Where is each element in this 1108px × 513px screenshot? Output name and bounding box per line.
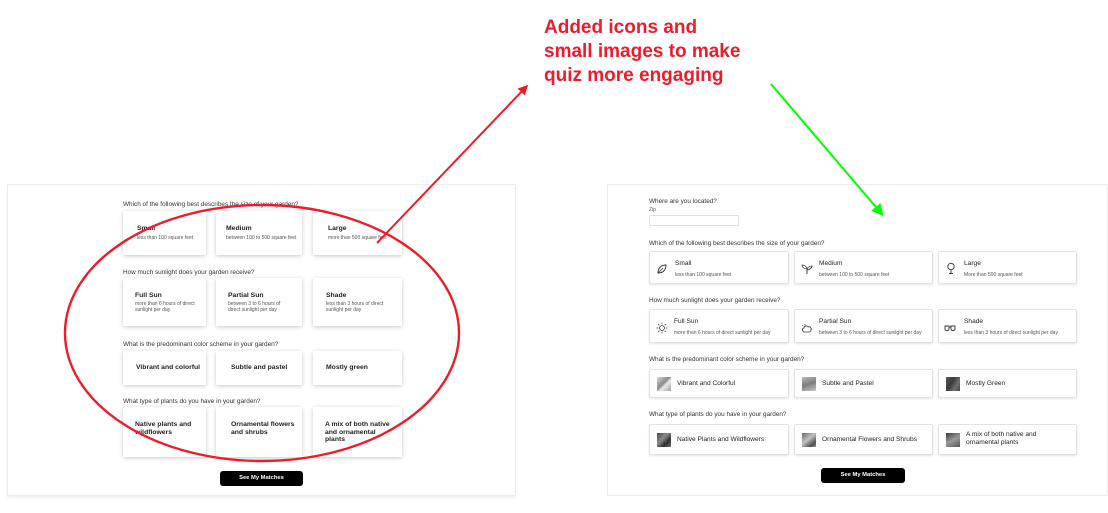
- see-my-matches-button[interactable]: See My Matches: [220, 471, 303, 486]
- option-title: Ornamental flowers and shrubs: [231, 421, 295, 436]
- vibrant-garden-thumbnail: [657, 377, 671, 391]
- option-title: Ornamental Flowers and Shrubs: [822, 436, 917, 443]
- option-mostly-green[interactable]: Mostly Green: [938, 369, 1077, 398]
- question-sunlight: How much sunlight does your garden recei…: [123, 269, 255, 276]
- option-mostly-green[interactable]: Mostly green: [313, 351, 402, 385]
- option-title: Native plants and wildflowers: [135, 421, 192, 436]
- annotation-line: Added icons and: [544, 17, 698, 38]
- question-garden-size: Which of the following best describes th…: [123, 201, 299, 208]
- annotation-line: quiz more engaging: [544, 65, 724, 86]
- option-subtitle: between 3 to 6 hours of direct sunlight …: [819, 330, 922, 336]
- option-title: Partial Sun: [819, 318, 852, 325]
- ornamental-shrubs-thumbnail: [802, 433, 816, 447]
- option-title: Native Plants and Wildflowers: [677, 436, 765, 443]
- option-title: Full Sun: [135, 292, 162, 299]
- option-subtle[interactable]: Subtle and Pastel: [794, 369, 933, 398]
- option-mix[interactable]: A mix of both native and ornamental plan…: [313, 407, 402, 457]
- option-subtitle: more than 500 square feet: [328, 235, 387, 241]
- sunglasses-icon: [944, 325, 956, 331]
- option-subtitle: between 3 to 6 hours of direct sunlight …: [228, 301, 281, 313]
- sprout-icon: [801, 264, 813, 274]
- option-ornamental[interactable]: Ornamental Flowers and Shrubs: [794, 424, 933, 455]
- option-full-sun[interactable]: Full Sun more than 6 hours of direct sun…: [649, 309, 789, 343]
- option-subtitle: less than 3 hours of direct sunlight per…: [964, 330, 1058, 336]
- question-location: Where are you located?: [649, 198, 717, 205]
- option-title: Small: [675, 260, 692, 267]
- option-title: A mix of both native and ornamental plan…: [966, 431, 1037, 446]
- option-title: Full Sun: [674, 318, 699, 325]
- question-color-scheme: What is the predominant color scheme in …: [649, 356, 805, 363]
- leaf-icon: [657, 264, 667, 274]
- question-plant-type: What type of plants do you have in your …: [123, 398, 261, 405]
- see-my-matches-button[interactable]: See My Matches: [821, 468, 905, 483]
- option-partial-sun[interactable]: Partial Sun between 3 to 6 hours of dire…: [216, 278, 302, 326]
- option-title: Large: [964, 260, 981, 267]
- annotation-note: Added icons and small images to make qui…: [544, 16, 804, 88]
- pastel-garden-thumbnail: [802, 377, 816, 391]
- question-color-scheme: What is the predominant color scheme in …: [123, 341, 279, 348]
- option-mix[interactable]: A mix of both native and ornamental plan…: [938, 424, 1077, 455]
- improved-quiz-screenshot: Where are you located? Zip Which of the …: [607, 184, 1108, 496]
- option-subtitle: less than 3 hours of direct sunlight per…: [326, 301, 384, 313]
- tree-icon: [947, 262, 955, 274]
- option-subtitle: more than 6 hours of direct sunlight per…: [135, 301, 195, 313]
- option-subtitle: between 100 to 500 square feet: [226, 235, 297, 241]
- option-title: Subtle and pastel: [231, 364, 288, 371]
- option-title: Mostly green: [326, 364, 368, 371]
- option-full-sun[interactable]: Full Sun more than 6 hours of direct sun…: [123, 278, 206, 326]
- zip-label: Zip: [649, 207, 656, 213]
- option-partial-sun[interactable]: Partial Sun between 3 to 6 hours of dire…: [794, 309, 933, 343]
- option-subtitle: More than 500 square feet: [964, 272, 1023, 278]
- sun-icon: [656, 322, 668, 334]
- option-subtitle: less than 100 square feet: [137, 235, 194, 241]
- mixed-plants-thumbnail: [946, 433, 960, 447]
- zip-input[interactable]: [649, 215, 739, 226]
- green-garden-thumbnail: [946, 377, 960, 391]
- option-subtitle: more than 6 hours of direct sunlight per…: [674, 330, 771, 336]
- option-native-plants[interactable]: Native plants and wildflowers: [123, 407, 206, 457]
- option-title: Large: [328, 225, 347, 232]
- wildflowers-thumbnail: [657, 433, 671, 447]
- original-quiz-screenshot: Which of the following best describes th…: [7, 184, 516, 496]
- option-native-plants[interactable]: Native Plants and Wildflowers: [649, 424, 789, 455]
- option-size-small[interactable]: Small less than 100 square feet: [649, 251, 789, 284]
- question-garden-size: Which of the following best describes th…: [649, 240, 825, 247]
- option-size-large[interactable]: Large more than 500 square feet: [313, 211, 402, 255]
- option-size-medium[interactable]: Medium between 100 to 500 square feet: [794, 251, 933, 284]
- option-title: Partial Sun: [228, 292, 264, 299]
- option-ornamental[interactable]: Ornamental flowers and shrubs: [216, 407, 302, 457]
- option-title: A mix of both native and ornamental plan…: [325, 421, 390, 444]
- option-shade[interactable]: Shade less than 3 hours of direct sunlig…: [313, 278, 402, 326]
- option-subtitle: less than 100 square feet: [675, 272, 732, 278]
- option-size-medium[interactable]: Medium between 100 to 500 square feet: [216, 211, 302, 255]
- option-subtle[interactable]: Subtle and pastel: [216, 351, 302, 385]
- question-sunlight: How much sunlight does your garden recei…: [649, 297, 781, 304]
- option-shade[interactable]: Shade less than 3 hours of direct sunlig…: [938, 309, 1077, 343]
- option-title: Mostly Green: [966, 380, 1006, 387]
- option-size-large[interactable]: Large More than 500 square feet: [938, 251, 1077, 284]
- option-title: Small: [137, 225, 156, 232]
- partial-sun-icon: [801, 324, 812, 333]
- option-title: Vibrant and Colorful: [677, 380, 736, 387]
- option-title: Vibrant and colorful: [136, 364, 201, 371]
- option-title: Shade: [964, 318, 984, 325]
- option-title: Medium: [819, 260, 843, 267]
- annotation-line: small images to make: [544, 41, 741, 62]
- option-size-small[interactable]: Small less than 100 square feet: [123, 211, 206, 255]
- option-title: Medium: [226, 225, 252, 232]
- option-vibrant[interactable]: Vibrant and colorful: [123, 351, 206, 385]
- option-subtitle: between 100 to 500 square feet: [819, 272, 890, 278]
- option-title: Subtle and Pastel: [822, 380, 874, 387]
- option-vibrant[interactable]: Vibrant and Colorful: [649, 369, 789, 398]
- option-title: Shade: [326, 292, 347, 299]
- question-plant-type: What type of plants do you have in your …: [649, 411, 787, 418]
